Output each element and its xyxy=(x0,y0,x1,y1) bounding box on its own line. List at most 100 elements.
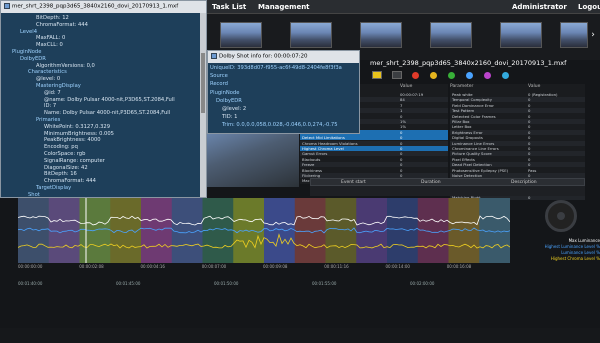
timeline-segment[interactable] xyxy=(110,198,142,263)
timeline-segment[interactable] xyxy=(387,198,419,263)
row-parameter: Freeze xyxy=(302,162,315,168)
legend-entry: Luminance Level % xyxy=(561,250,600,255)
tree-line: TargetDisplay xyxy=(36,185,72,191)
table-row[interactable]: Brightness Error 0 xyxy=(450,129,585,135)
nav-user[interactable]: Administrator xyxy=(512,3,567,11)
window-title-bar[interactable]: mer_shrt_2398_pqp3d65_3840x2160_dovi_201… xyxy=(1,1,206,13)
window-icon xyxy=(4,3,10,9)
status-cyan-icon[interactable] xyxy=(502,72,509,79)
row-value: 0 xyxy=(400,162,403,168)
row-value: 0 xyxy=(400,135,403,141)
scrollbar-thumb[interactable] xyxy=(201,53,205,113)
thumbnail[interactable] xyxy=(500,22,542,48)
status-yellow-icon[interactable] xyxy=(430,72,437,79)
tree-line: MaxFALL: 0 xyxy=(36,35,66,42)
window-title-bar[interactable]: Dolby Shot info for: 00:00:07:20 xyxy=(208,51,359,63)
table-row[interactable]: Test Pattern 0 xyxy=(450,108,585,114)
thumbnail[interactable] xyxy=(430,22,472,48)
tree-line: Name: Dolby Pulsar 4000-nit,P3D65,ST.208… xyxy=(44,110,171,117)
status-green-icon[interactable] xyxy=(448,72,455,79)
legend-entry: Highest Luminance Level % xyxy=(544,244,600,249)
tree-line: Record xyxy=(210,81,228,88)
row-value: 0 xyxy=(400,151,403,157)
table-row[interactable]: Temporal Complexity 0 xyxy=(450,97,585,103)
nav-logout[interactable]: Logout xyxy=(578,3,600,11)
timeline-segment[interactable] xyxy=(356,198,388,263)
row-parameter: Picture Quality Score xyxy=(452,151,492,157)
column-header: Value xyxy=(400,84,413,89)
tick-label: 00:00:04:16 xyxy=(140,264,165,269)
row-value: 0 xyxy=(528,124,531,130)
tree-line: Primaries xyxy=(36,117,61,123)
tick-label: 00:00:16:08 xyxy=(446,264,472,269)
row-parameter: Detect Mid Limitations xyxy=(302,135,345,141)
row-value: 0 xyxy=(528,135,531,141)
table-row[interactable]: Picture Quality Score 0 xyxy=(450,151,585,157)
timeline-segment[interactable] xyxy=(18,198,50,263)
tree-line: DolbyEDR xyxy=(216,97,242,104)
folder-icon[interactable] xyxy=(372,71,382,79)
row-value: 0 (Registration) xyxy=(528,92,558,97)
timeline-segment[interactable] xyxy=(233,198,265,263)
metadata-tree-window: mer_shrt_2398_pqp3d65_3840x2160_dovi_201… xyxy=(0,0,207,198)
tick-label: 00:00:07:00 xyxy=(201,264,227,269)
tree-line: Trim: 0.0,0.0,058,0.028,-0.046,0.0,274,-… xyxy=(222,122,338,129)
table-row[interactable]: Gamut Errors 0 xyxy=(300,151,448,157)
tick-label: 00:01:40:00 xyxy=(18,281,43,286)
table-row[interactable]: Letter Box 0 xyxy=(450,124,585,129)
table-row[interactable]: Freeze 0 xyxy=(300,162,448,168)
table-row[interactable]: Highest Chroma Level 0 xyxy=(300,146,448,151)
row-value: 0 xyxy=(400,140,403,146)
table-row[interactable]: Luminance Line Errors 0 xyxy=(450,140,585,146)
nav-task-list[interactable]: Task List xyxy=(212,3,246,11)
timeline-segment[interactable] xyxy=(417,198,449,263)
timeline-segment[interactable] xyxy=(48,198,80,263)
tree-line: Source xyxy=(210,73,228,80)
row-value: 0 xyxy=(528,140,531,146)
table-row[interactable]: Blackouts 0 xyxy=(300,157,448,162)
tree-line: Shot xyxy=(28,191,40,198)
timeline-segment[interactable] xyxy=(325,198,357,263)
status-red-icon[interactable] xyxy=(412,72,419,79)
thumbnail[interactable] xyxy=(360,22,402,48)
table-row[interactable]: Chroma Headroom Violations 0 xyxy=(300,140,448,146)
table-row[interactable]: Peak white 0 (Registration) xyxy=(450,92,585,97)
row-parameter: Blockiness xyxy=(302,167,323,173)
tree-line: @level: 0 xyxy=(36,76,61,83)
status-purple-icon[interactable] xyxy=(484,72,491,79)
table-row[interactable]: Pixel Effects 0 xyxy=(450,157,585,162)
column-header: Description xyxy=(511,180,537,185)
player-file-title: mer_shrt_2398_pqp3d65_3840x2160_dovi_201… xyxy=(370,59,567,67)
nav-management[interactable]: Management xyxy=(258,3,310,11)
thumbnail[interactable] xyxy=(220,22,262,48)
table-row[interactable]: Pillar Box 0 xyxy=(450,119,585,124)
row-value: 1 xyxy=(400,108,403,114)
timeline-segment[interactable] xyxy=(448,198,480,263)
tree-line: MaxCLL: 0 xyxy=(36,42,63,49)
chevron-right-icon[interactable]: › xyxy=(588,30,598,44)
thumbnail[interactable] xyxy=(290,22,332,48)
table-row[interactable]: Detect Mid Limitations 0 xyxy=(300,135,448,141)
play-icon[interactable] xyxy=(392,71,402,79)
row-parameter: Detected Color Frames xyxy=(452,113,496,119)
table-row[interactable]: Dead Pixel Detection 0 xyxy=(450,162,585,168)
table-row[interactable]: Digital Dropouts 0 xyxy=(450,135,585,140)
tick-label: 00:00:02:08 xyxy=(79,264,104,269)
row-value: 0 xyxy=(400,156,403,162)
table-row[interactable]: Photosensitive Epilepsy (PSE) Pass xyxy=(450,168,585,173)
scrollbar[interactable] xyxy=(200,13,206,197)
tree-line: ID: 7 xyxy=(44,103,57,110)
row-value: 7 xyxy=(400,102,403,108)
table-row[interactable]: Detected Color Frames 0 xyxy=(450,114,585,119)
table-row[interactable]: Field Dominance Error 0 xyxy=(450,103,585,108)
timeline-legend: Max Luminance Highest Luminance Level % Lu… xyxy=(530,238,600,268)
status-blue-icon[interactable] xyxy=(466,72,473,79)
timeline-segment[interactable] xyxy=(141,198,173,263)
timeline-segment[interactable] xyxy=(264,198,296,263)
row-value: 00:00:07:19 xyxy=(400,92,424,97)
tree-line: MinimumBrightness: 0.005 xyxy=(44,130,114,137)
table-row[interactable]: Chrominance Line Errors 0 xyxy=(450,146,585,151)
timeline-graph[interactable] xyxy=(18,198,510,263)
table-row[interactable]: Blockiness 0 xyxy=(300,168,448,173)
thumbnail[interactable] xyxy=(560,22,588,48)
